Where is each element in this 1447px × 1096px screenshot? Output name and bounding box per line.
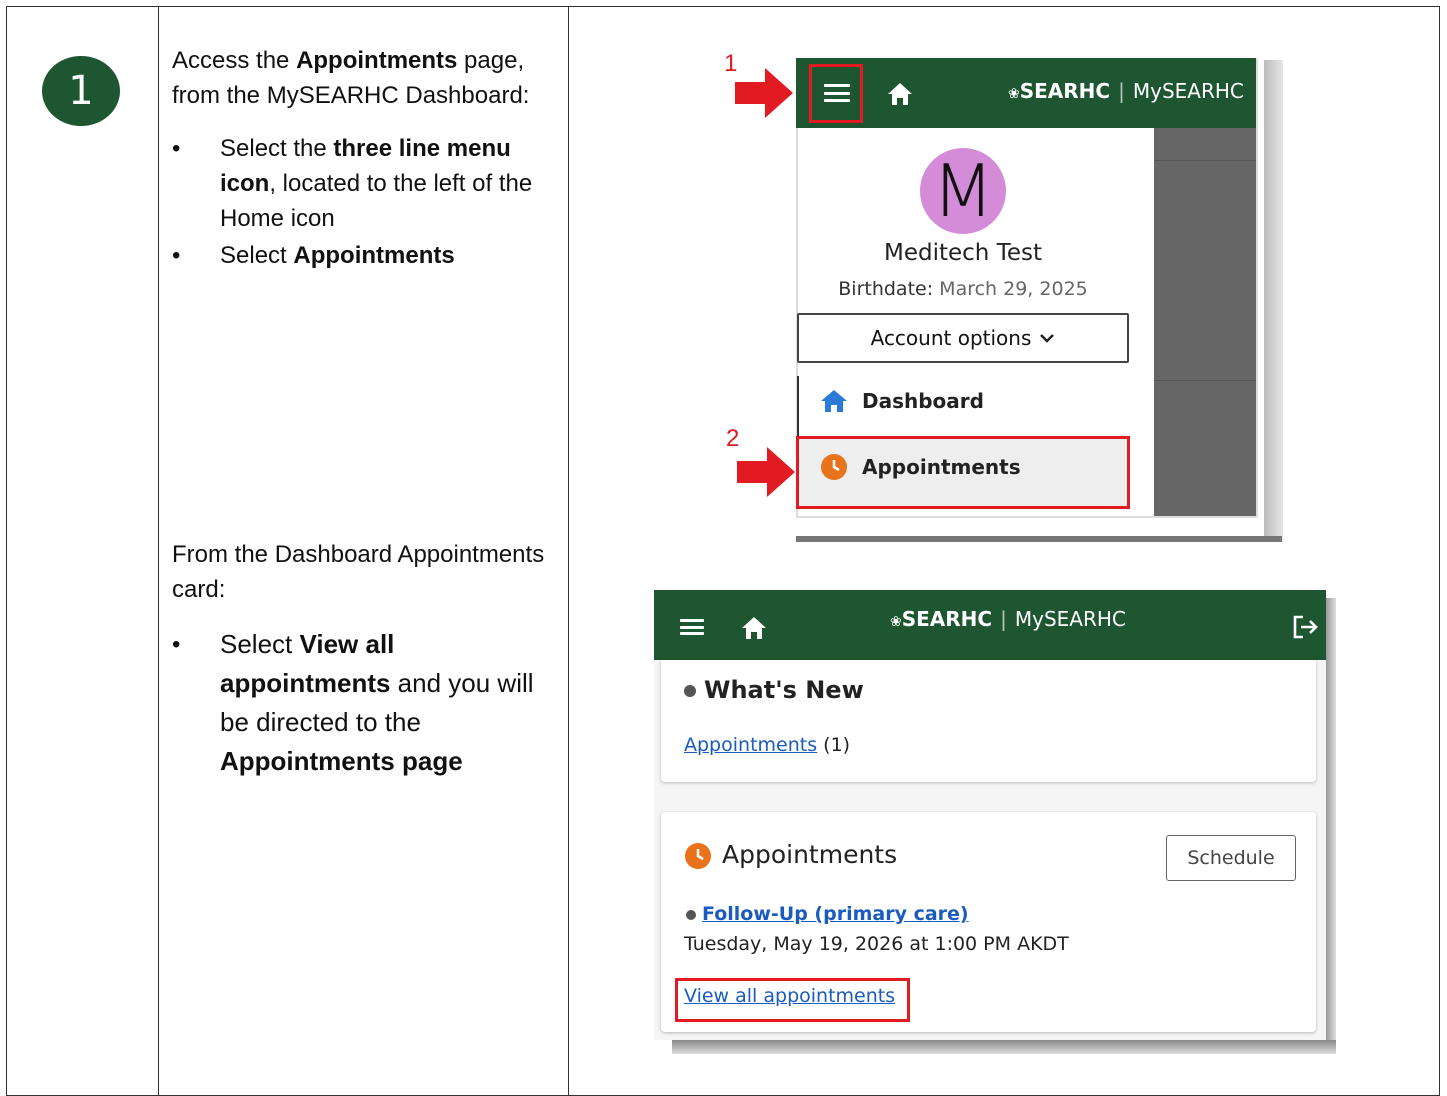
home-icon xyxy=(821,390,847,412)
chevron-down-icon xyxy=(1040,334,1055,343)
logout-icon[interactable] xyxy=(1292,614,1320,640)
portal-name: MySEARHC xyxy=(1132,79,1244,103)
home-icon[interactable] xyxy=(740,615,768,641)
instructions-top: Access the Appointments page, from the M… xyxy=(172,43,557,273)
list-item: Select Appointments xyxy=(172,238,557,273)
schedule-button[interactable]: Schedule xyxy=(1166,835,1296,881)
divider xyxy=(1154,380,1256,381)
text: Select the xyxy=(220,135,334,162)
instructions-list: Select View all appointments and you wil… xyxy=(172,625,557,781)
screenshot-shadow xyxy=(1326,598,1336,1048)
text: Select xyxy=(220,242,294,269)
clock-icon xyxy=(685,843,711,869)
appointment-link[interactable]: Follow-Up (primary care) xyxy=(702,903,969,925)
brand-logo: ❀SEARHC | MySEARHC xyxy=(1008,79,1244,103)
divider xyxy=(1154,160,1256,161)
brand-separator: | xyxy=(1118,79,1125,103)
whats-new-title: What's New xyxy=(684,676,864,704)
text-bold: Appointments xyxy=(293,242,455,269)
instructions-intro: From the Dashboard Appointments card: xyxy=(172,541,545,603)
callout-arrow-icon xyxy=(735,68,793,118)
text-bold: Appointments page xyxy=(220,746,463,776)
nav-label: Dashboard xyxy=(862,389,984,413)
menu-icon[interactable] xyxy=(680,619,704,635)
account-options-button[interactable]: Account options xyxy=(797,313,1129,363)
appointments-link[interactable]: Appointments xyxy=(684,734,817,756)
step-number: 1 xyxy=(68,68,94,114)
whats-new-item: Appointments (1) xyxy=(684,734,850,756)
birthdate: Birthdate: March 29, 2025 xyxy=(796,278,1130,300)
nav-item-dashboard[interactable]: Dashboard xyxy=(820,388,984,414)
list-item: Select the three line menu icon, located… xyxy=(172,131,557,236)
birthdate-label: Birthdate: xyxy=(838,278,934,300)
text-bold: Appointments xyxy=(296,47,458,74)
brand-name: SEARHC xyxy=(901,607,993,631)
portal-name: MySEARHC xyxy=(1014,607,1126,631)
brand-logo: ❀SEARHC | MySEARHC xyxy=(890,607,1126,631)
home-icon[interactable] xyxy=(886,81,914,107)
button-label: Account options xyxy=(870,326,1032,350)
appointment-datetime: Tuesday, May 19, 2026 at 1:00 PM AKDT xyxy=(684,933,1069,955)
card-title-text: What's New xyxy=(704,676,864,704)
instructions-bottom: From the Dashboard Appointments card: Se… xyxy=(172,537,557,781)
column-divider xyxy=(158,6,159,1096)
user-name: Meditech Test xyxy=(884,240,1042,266)
birthdate-value: March 29, 2025 xyxy=(939,278,1088,300)
list-item: Select View all appointments and you wil… xyxy=(172,625,557,781)
screenshot-shadow xyxy=(1264,60,1283,540)
callout-box xyxy=(675,978,910,1022)
bullet-dot xyxy=(686,909,696,920)
count-badge: (1) xyxy=(823,734,851,756)
step-number-badge: 1 xyxy=(42,56,120,126)
brand-name: SEARHC xyxy=(1019,79,1111,103)
text: Select xyxy=(220,629,300,659)
brand-separator: | xyxy=(1000,607,1007,631)
appointment-item: Follow-Up (primary care) xyxy=(686,903,969,925)
bullet-dot xyxy=(684,685,696,697)
instructions-list: Select the three line menu icon, located… xyxy=(172,131,557,273)
instructions-intro: Access the Appointments page, from the M… xyxy=(172,43,557,113)
column-divider xyxy=(568,6,569,1096)
avatar: M xyxy=(920,148,1006,234)
overlay-backdrop xyxy=(1154,128,1256,516)
callout-box xyxy=(809,64,863,123)
appointments-title: Appointments xyxy=(722,840,898,869)
callout-arrow-icon xyxy=(737,447,795,497)
text: Access the xyxy=(172,47,297,74)
callout-box xyxy=(796,436,1130,509)
screenshot-shadow xyxy=(672,1040,1336,1054)
screenshot-shadow xyxy=(796,536,1282,542)
